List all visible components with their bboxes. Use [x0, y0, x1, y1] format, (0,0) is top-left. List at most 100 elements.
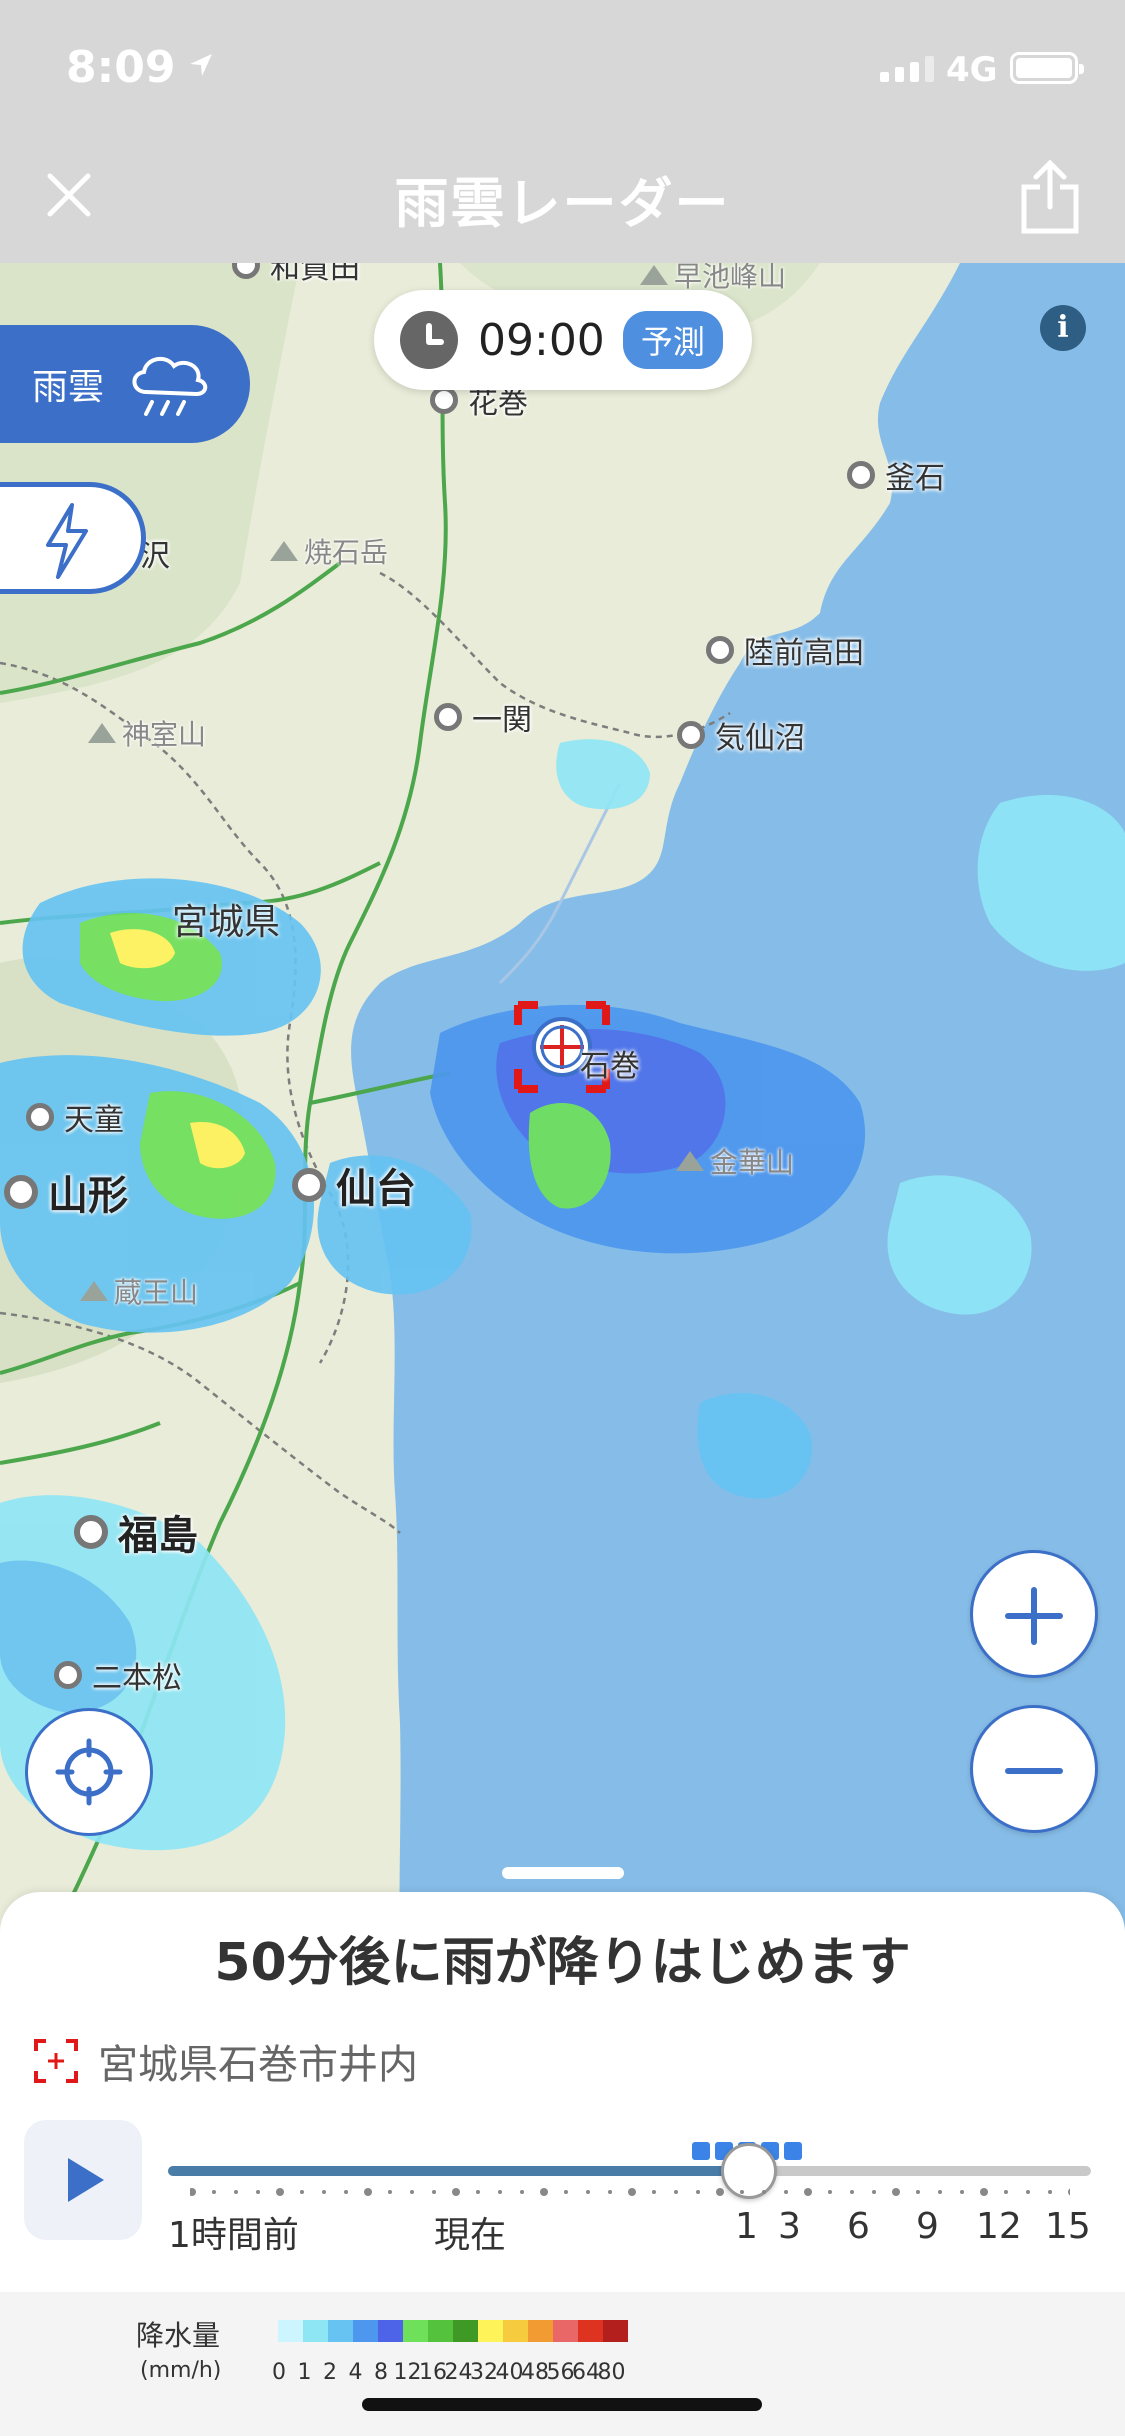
tick-dot	[300, 2190, 304, 2194]
tick-dot	[608, 2190, 612, 2194]
tick-dot	[520, 2190, 524, 2194]
rain-layer-label: 雨雲	[32, 367, 105, 408]
tick-dot	[190, 2188, 196, 2196]
tick-dot	[540, 2188, 548, 2196]
tick-dot	[938, 2190, 942, 2194]
status-time: 8:09	[66, 42, 176, 93]
legend-unit: (mm/h)	[140, 2358, 222, 2383]
legend-value: 0	[272, 2360, 286, 2385]
tick-dot	[916, 2190, 920, 2194]
legend-value: 48	[521, 2360, 549, 2385]
tick-label: 9	[916, 2206, 939, 2247]
tick-dot	[276, 2188, 284, 2196]
tick-dot	[410, 2190, 414, 2194]
tick-dot	[762, 2190, 766, 2194]
timeline-ticks	[190, 2188, 1070, 2196]
tick-label: 1	[735, 2206, 758, 2247]
legend-swatch	[328, 2320, 353, 2342]
tick-label: 3	[778, 2206, 801, 2247]
legend-swatch	[503, 2320, 528, 2342]
legend-value: 80	[597, 2360, 626, 2385]
play-button[interactable]	[24, 2120, 142, 2240]
legend-swatch	[353, 2320, 378, 2342]
tick-dot	[1026, 2190, 1030, 2194]
tick-dot	[696, 2190, 700, 2194]
place-wagata: 和賀田	[232, 263, 360, 287]
lightning-icon	[46, 503, 88, 579]
precipitation-legend: 降水量 (mm/h) 0 1 2 4 8 12 16 24 32 40 48 56 64 80	[0, 2292, 1125, 2436]
place-fukushima: 福島	[74, 1503, 198, 1561]
sheet-grabber[interactable]	[502, 1867, 624, 1879]
legend-swatch	[603, 2320, 628, 2342]
tick-label: 12	[976, 2206, 1022, 2247]
place-yamagata: 山形	[4, 1163, 128, 1221]
tick-dot	[784, 2190, 788, 2194]
tick-dot	[564, 2190, 568, 2194]
home-indicator[interactable]	[362, 2398, 762, 2411]
timeline-fill	[168, 2166, 750, 2176]
time-selector[interactable]: 09:00 予測	[374, 290, 752, 390]
tick-dot	[498, 2190, 502, 2194]
zoom-in-button[interactable]	[970, 1550, 1098, 1678]
tick-dot	[452, 2188, 460, 2196]
rain-layer-button[interactable]: 雨雲	[0, 325, 250, 443]
legend-swatch	[578, 2320, 603, 2342]
zoom-out-button[interactable]	[970, 1705, 1098, 1833]
rain-forecast-headline: 50分後に雨が降りはじめます	[214, 1933, 911, 1993]
tick-label: 現在	[434, 2215, 507, 2256]
rain-start-mark	[692, 2142, 710, 2160]
mountain-kamuro: 神室山	[88, 713, 206, 753]
legend-value: 1	[297, 2360, 312, 2385]
legend-value: 24	[444, 2360, 473, 2385]
legend-swatch	[403, 2320, 428, 2342]
legend-value: 8	[374, 2360, 388, 2385]
legend-title: 降水量	[136, 2319, 221, 2352]
info-icon[interactable]: i	[1040, 305, 1086, 351]
tick-dot	[1068, 2188, 1070, 2196]
legend-value: 32	[470, 2360, 498, 2385]
tick-dot	[256, 2190, 260, 2194]
tick-dot	[850, 2190, 854, 2194]
current-location-button[interactable]	[25, 1708, 153, 1836]
legend-color-scale	[278, 2320, 628, 2342]
tick-dot	[980, 2188, 988, 2196]
tick-dot	[804, 2188, 812, 2196]
network-type: 4G	[946, 50, 998, 90]
place-kamaishi: 釜石	[847, 453, 945, 497]
signal-icon	[880, 56, 934, 82]
tick-dot	[892, 2188, 900, 2196]
tick-dot	[960, 2190, 964, 2194]
rain-start-mark	[784, 2142, 802, 2160]
location-row: 宮城県石巻市井内	[34, 2032, 418, 2090]
tick-dot	[1004, 2190, 1008, 2194]
rain-cloud-icon	[132, 356, 208, 416]
tick-dot	[740, 2190, 744, 2194]
tick-dot	[476, 2190, 480, 2194]
tick-dot	[364, 2188, 372, 2196]
legend-value: 16	[419, 2360, 447, 2385]
tick-label: 6	[847, 2206, 870, 2247]
legend-value: 4	[348, 2360, 363, 2385]
place-sendai: 仙台	[292, 1156, 416, 1214]
mountain-yakeishi: 焼石岳	[270, 531, 388, 571]
clock-icon	[400, 311, 458, 369]
tick-dot	[586, 2190, 590, 2194]
legend-value: 2	[323, 2360, 337, 2385]
prefecture-label: 宮城県	[172, 902, 281, 943]
place-nihonmatsu: 二本松	[54, 1653, 182, 1697]
legend-swatch	[303, 2320, 328, 2342]
share-icon[interactable]	[1018, 159, 1082, 235]
tick-dot	[344, 2190, 348, 2194]
timeline-slider[interactable]	[168, 2166, 1091, 2176]
crosshair-icon	[55, 1738, 123, 1806]
lightning-layer-button[interactable]	[0, 482, 146, 594]
legend-value: 64	[572, 2360, 600, 2385]
tick-dot	[432, 2190, 436, 2194]
radar-map[interactable]: 和賀田 花巻 湯沢 釜石 陸前高田 一関 気仙沼 天童 二本松 石巻 山形 仙台…	[0, 263, 1125, 2000]
legend-swatch	[478, 2320, 503, 2342]
legend-swatch	[428, 2320, 453, 2342]
time-value: 09:00	[478, 314, 605, 366]
tick-label: 1時間前	[168, 2215, 299, 2256]
legend-value: 56	[546, 2360, 575, 2385]
target-location-icon	[34, 2039, 78, 2083]
